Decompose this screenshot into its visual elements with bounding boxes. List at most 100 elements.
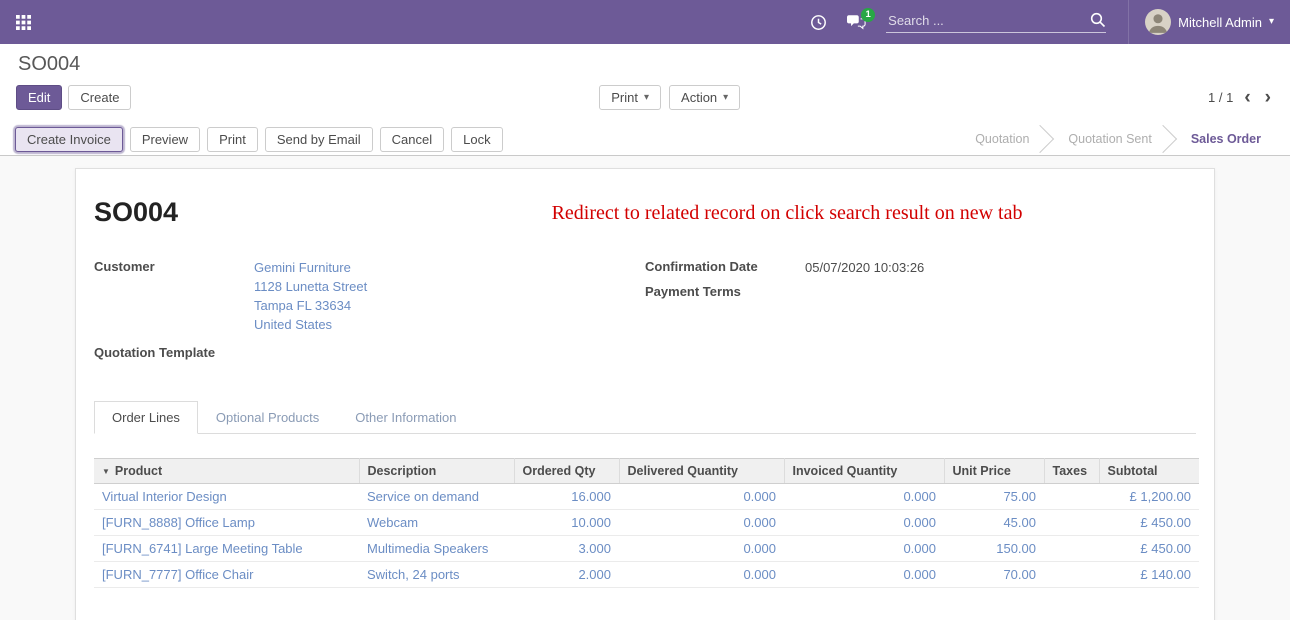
cell-delivered-qty[interactable]: 0.000 [619, 484, 784, 510]
status-step-sales-order[interactable]: Sales Order [1167, 123, 1276, 156]
cell-taxes[interactable] [1044, 484, 1099, 510]
quotation-template-label: Quotation Template [94, 344, 254, 360]
customer-address-line[interactable]: 1128 Lunetta Street [254, 277, 645, 296]
search-icon[interactable] [1090, 12, 1106, 28]
left-field-group: Customer Gemini Furniture 1128 Lunetta S… [94, 258, 645, 366]
action-menu-button[interactable]: Action ▾ [669, 85, 740, 110]
statusbar-buttons: Create Invoice Preview Print Send by Ema… [15, 127, 503, 152]
field-groups: Customer Gemini Furniture 1128 Lunetta S… [94, 258, 1196, 366]
cell-ordered-qty[interactable]: 3.000 [514, 536, 619, 562]
cp-center-buttons: Print ▾ Action ▾ [131, 85, 1208, 110]
table-row[interactable]: Virtual Interior Design Service on deman… [94, 484, 1199, 510]
message-count-badge: 1 [861, 8, 875, 22]
tab-other-information[interactable]: Other Information [337, 401, 474, 434]
notebook-tabs: Order Lines Optional Products Other Info… [94, 400, 1196, 434]
cell-delivered-qty[interactable]: 0.000 [619, 536, 784, 562]
customer-label: Customer [94, 258, 254, 334]
activities-clock-icon[interactable] [810, 14, 827, 31]
cell-taxes[interactable] [1044, 562, 1099, 588]
table-header-row: ▼ Product Description Ordered Qty Deliver… [94, 459, 1199, 484]
pager-previous-icon[interactable]: ‹ [1241, 88, 1253, 107]
content-area: SO004 Redirect to related record on clic… [0, 156, 1290, 620]
cell-product[interactable]: Virtual Interior Design [94, 484, 359, 510]
cell-description[interactable]: Switch, 24 ports [359, 562, 514, 588]
status-step-quotation-sent[interactable]: Quotation Sent [1044, 123, 1166, 156]
cell-subtotal[interactable]: £ 450.00 [1099, 536, 1199, 562]
cell-unit-price[interactable]: 70.00 [944, 562, 1044, 588]
topbar: 1 Mitchell Admin ▾ [0, 0, 1290, 44]
send-by-email-button[interactable]: Send by Email [265, 127, 373, 152]
payment-terms-value [805, 283, 1196, 299]
col-header-delivered-qty[interactable]: Delivered Quantity [619, 459, 784, 484]
cell-subtotal[interactable]: £ 450.00 [1099, 510, 1199, 536]
cell-unit-price[interactable]: 150.00 [944, 536, 1044, 562]
tab-order-lines[interactable]: Order Lines [94, 401, 198, 434]
cell-product[interactable]: [FURN_8888] Office Lamp [94, 510, 359, 536]
cell-unit-price[interactable]: 75.00 [944, 484, 1044, 510]
cell-product[interactable]: [FURN_7777] Office Chair [94, 562, 359, 588]
sort-caret-icon: ▼ [102, 467, 110, 476]
table-row[interactable]: [FURN_7777] Office Chair Switch, 24 port… [94, 562, 1199, 588]
customer-value: Gemini Furniture 1128 Lunetta Street Tam… [254, 258, 645, 334]
cell-unit-price[interactable]: 45.00 [944, 510, 1044, 536]
cell-product[interactable]: [FURN_6741] Large Meeting Table [94, 536, 359, 562]
pager-value[interactable]: 1 / 1 [1208, 90, 1233, 105]
cell-description[interactable]: Service on demand [359, 484, 514, 510]
cell-taxes[interactable] [1044, 510, 1099, 536]
cell-description[interactable]: Webcam [359, 510, 514, 536]
control-panel: SO004 Edit Create Print ▾ Action ▾ 1 / 1… [0, 44, 1290, 123]
create-invoice-button[interactable]: Create Invoice [15, 127, 123, 152]
pager-next-icon[interactable]: › [1262, 88, 1274, 107]
col-header-product[interactable]: ▼ Product [94, 459, 359, 484]
table-row[interactable]: [FURN_8888] Office Lamp Webcam 10.000 0.… [94, 510, 1199, 536]
chevron-down-icon: ▾ [723, 93, 728, 103]
customer-address-line[interactable]: Tampa FL 33634 [254, 296, 645, 315]
user-menu[interactable]: Mitchell Admin ▾ [1128, 0, 1274, 44]
cell-delivered-qty[interactable]: 0.000 [619, 510, 784, 536]
print-menu-button[interactable]: Print ▾ [599, 85, 661, 110]
cell-ordered-qty[interactable]: 16.000 [514, 484, 619, 510]
customer-link[interactable]: Gemini Furniture [254, 258, 645, 277]
col-header-invoiced-qty[interactable]: Invoiced Quantity [784, 459, 944, 484]
cp-left-buttons: Edit Create [16, 85, 131, 110]
col-header-unit-price[interactable]: Unit Price [944, 459, 1044, 484]
quotation-template-value [254, 344, 645, 360]
cell-description[interactable]: Multimedia Speakers [359, 536, 514, 562]
cell-subtotal[interactable]: £ 1,200.00 [1099, 484, 1199, 510]
cell-invoiced-qty[interactable]: 0.000 [784, 562, 944, 588]
statusbar: Create Invoice Preview Print Send by Ema… [0, 123, 1290, 156]
chevron-down-icon: ▾ [644, 93, 649, 103]
col-header-description[interactable]: Description [359, 459, 514, 484]
lock-button[interactable]: Lock [451, 127, 502, 152]
pager: 1 / 1 ‹ › [1208, 88, 1274, 107]
cell-ordered-qty[interactable]: 2.000 [514, 562, 619, 588]
cell-delivered-qty[interactable]: 0.000 [619, 562, 784, 588]
messages-icon[interactable]: 1 [847, 14, 866, 31]
customer-address-line[interactable]: United States [254, 315, 645, 334]
col-header-subtotal[interactable]: Subtotal [1099, 459, 1199, 484]
search-input[interactable] [886, 12, 1090, 29]
table-row[interactable]: [FURN_6741] Large Meeting Table Multimed… [94, 536, 1199, 562]
print-button[interactable]: Print [207, 127, 258, 152]
preview-button[interactable]: Preview [130, 127, 200, 152]
col-header-product-label: Product [115, 464, 162, 478]
status-step-quotation[interactable]: Quotation [951, 123, 1044, 156]
cell-invoiced-qty[interactable]: 0.000 [784, 510, 944, 536]
cell-taxes[interactable] [1044, 536, 1099, 562]
create-button[interactable]: Create [68, 85, 131, 110]
cell-invoiced-qty[interactable]: 0.000 [784, 536, 944, 562]
cancel-button[interactable]: Cancel [380, 127, 444, 152]
confirmation-date-label: Confirmation Date [645, 258, 805, 277]
global-search [886, 12, 1106, 33]
apps-menu-icon[interactable] [12, 11, 34, 33]
page-title: SO004 [94, 197, 178, 228]
cell-invoiced-qty[interactable]: 0.000 [784, 484, 944, 510]
edit-button[interactable]: Edit [16, 85, 62, 110]
chevron-down-icon: ▾ [1269, 17, 1274, 27]
tab-optional-products[interactable]: Optional Products [198, 401, 337, 434]
cell-ordered-qty[interactable]: 10.000 [514, 510, 619, 536]
cell-subtotal[interactable]: £ 140.00 [1099, 562, 1199, 588]
col-header-taxes[interactable]: Taxes [1044, 459, 1099, 484]
print-menu-label: Print [611, 90, 638, 105]
col-header-ordered-qty[interactable]: Ordered Qty [514, 459, 619, 484]
